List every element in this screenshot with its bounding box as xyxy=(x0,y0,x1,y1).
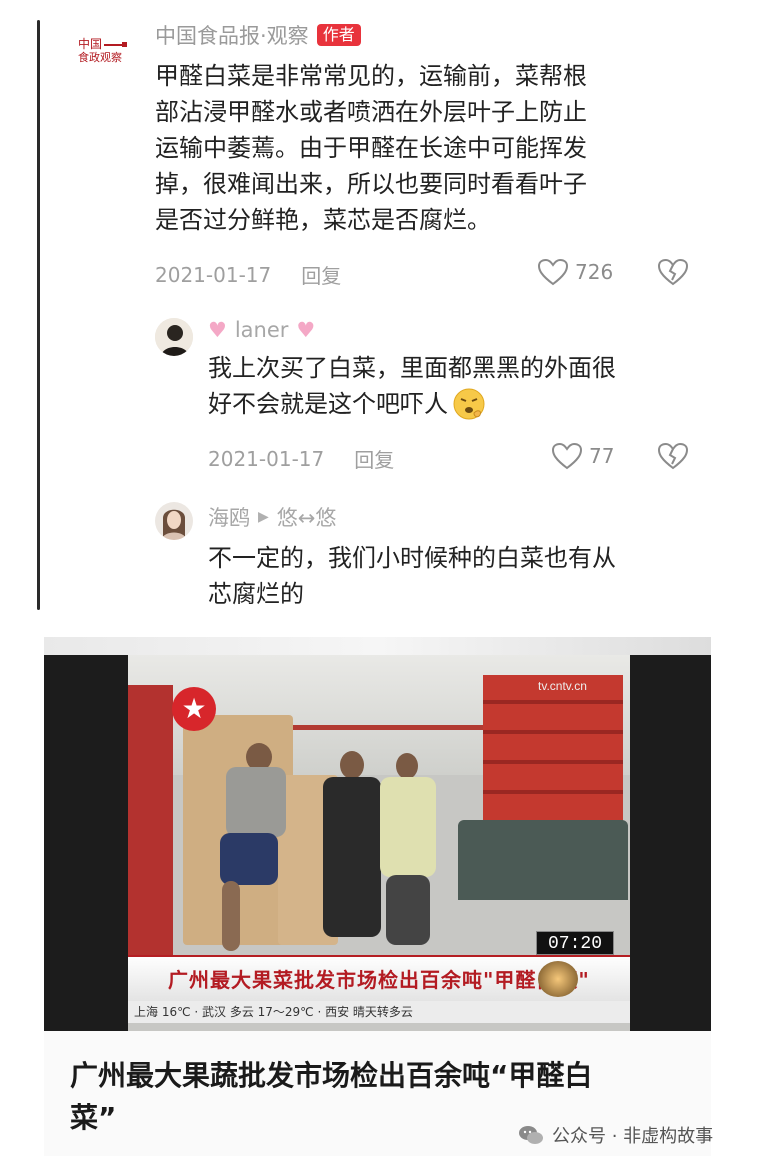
footer-attribution: 公众号 · 非虚构故事 xyxy=(518,1122,713,1148)
comment-line: 部沾浸甲醛水或者喷洒在外层叶子上防止 xyxy=(155,98,587,126)
comment-line: 掉，很难闻出来，所以也要同时看看叶子 xyxy=(155,170,587,198)
comment-text: 不一定的，我们小时候种的白菜也有从 芯腐烂的 xyxy=(208,540,708,612)
comment-line: 我上次买了白菜，里面都黑黑的外面很 xyxy=(208,354,616,382)
comment-date: 2021-01-17 xyxy=(208,446,325,471)
comment-text: 甲醛白菜是非常常见的，运输前，菜帮根 部沾浸甲醛水或者喷洒在外层叶子上防止 运输… xyxy=(155,58,695,238)
author-badge: 作者 xyxy=(316,24,361,46)
comment-text: 我上次买了白菜，里面都黑黑的外面很 好不会就是这个吧吓人 xyxy=(208,350,708,422)
news-video-frame[interactable]: ★ tv.cntv.cn 07:20 广州最大果菜批发市场检出百余吨"甲醛白菜"… xyxy=(44,637,711,1031)
comment-date: 2021-01-17 xyxy=(155,262,272,287)
comment-author-name[interactable]: 中国食品报·观察 xyxy=(155,20,309,50)
reply-comment: ♥ laner ♥ 我上次买了白菜，里面都黑黑的外面很 好不会就是这个吧吓人 xyxy=(208,318,708,422)
channel-logo-icon: ★ xyxy=(172,687,216,731)
dislike-button[interactable] xyxy=(657,442,689,474)
comment-line: 芯腐烂的 xyxy=(208,580,304,608)
avatar-image xyxy=(155,502,193,540)
comment-meta: 2021-01-17 回复 xyxy=(155,260,341,289)
comment-author-name[interactable]: laner xyxy=(235,318,289,342)
video-top-strip xyxy=(44,637,711,655)
like-count: 726 xyxy=(575,260,614,284)
wechat-icon xyxy=(519,1126,543,1144)
like-button[interactable]: 726 xyxy=(537,258,613,286)
comment-author-name[interactable]: 海鸥 xyxy=(208,502,250,532)
news-caption-bar: 广州最大果菜批发市场检出百余吨"甲醛白菜" xyxy=(128,955,630,1001)
comment-line: 好不会就是这个吧吓人 xyxy=(208,390,448,418)
comment-line: 运输中萎蔫。由于甲醛在长途中可能挥发 xyxy=(155,134,587,162)
avatar-image xyxy=(155,318,193,356)
comment-meta: 2021-01-17 回复 xyxy=(208,444,394,473)
video-clock: 07:20 xyxy=(536,931,614,955)
pink-heart-icon: ♥ xyxy=(296,318,316,342)
pink-heart-icon: ♥ xyxy=(208,318,227,342)
news-caption: 广州最大果菜批发市场检出百余吨"甲醛白菜" xyxy=(168,968,590,992)
like-count: 77 xyxy=(589,444,615,468)
footer-text: 公众号 · 非虚构故事 xyxy=(552,1126,714,1147)
comment-line: 不一定的，我们小时候种的白菜也有从 xyxy=(208,544,616,572)
avatar[interactable] xyxy=(155,318,193,356)
scared-emoji-icon xyxy=(453,388,485,420)
broken-heart-icon xyxy=(657,442,689,470)
reply-comment: 海鸥 ▶ 悠↔悠 不一定的，我们小时候种的白菜也有从 芯腐烂的 xyxy=(208,502,708,612)
logo-line-2: 食政观察 xyxy=(78,51,122,64)
dislike-button[interactable] xyxy=(657,258,689,290)
video-scene: ★ tv.cntv.cn 07:20 广州最大果菜批发市场检出百余吨"甲醛白菜"… xyxy=(128,655,630,1031)
reply-button[interactable]: 回复 xyxy=(301,260,341,289)
thread-line xyxy=(37,20,40,610)
reply-arrow-icon: ▶ xyxy=(258,509,269,525)
news-ticker: 上海 16℃ · 武汉 多云 17～29℃ · 西安 晴天转多云 xyxy=(128,1001,630,1023)
comment-line: 是否过分鲜艳，菜芯是否腐烂。 xyxy=(155,206,491,234)
heart-icon xyxy=(537,258,569,286)
like-button[interactable]: 77 xyxy=(551,442,614,470)
main-comment: 中国食品报·观察 作者 甲醛白菜是非常常见的，运输前，菜帮根 部沾浸甲醛水或者喷… xyxy=(155,20,695,238)
avatar[interactable] xyxy=(155,502,193,540)
reply-button[interactable]: 回复 xyxy=(354,444,394,473)
comment-line: 甲醛白菜是非常常见的，运输前，菜帮根 xyxy=(155,62,587,90)
broken-heart-icon xyxy=(657,258,689,286)
logo-line-1: 中国 xyxy=(78,37,103,51)
heart-icon xyxy=(551,442,583,470)
publisher-logo[interactable]: 中国 食政观察 xyxy=(78,38,134,72)
video-watermark: tv.cntv.cn xyxy=(538,679,587,693)
reply-to-name[interactable]: 悠↔悠 xyxy=(277,502,337,532)
